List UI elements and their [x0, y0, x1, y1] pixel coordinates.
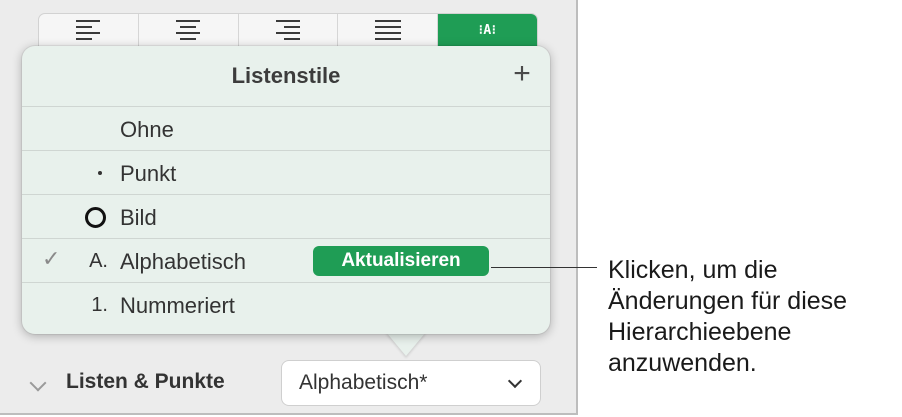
list-item-bullet[interactable]: Punkt: [22, 151, 550, 195]
chevron-down-icon[interactable]: [29, 374, 47, 392]
popover-title: Listenstile: [231, 63, 341, 88]
list-item-alphabetic[interactable]: ✓ A. Alphabetisch Aktualisieren: [22, 239, 550, 283]
circle-icon: [85, 206, 106, 228]
list-marker: A.: [89, 249, 108, 272]
align-center-icon: [176, 20, 201, 40]
list-marker: [22, 195, 108, 239]
list-item-label: Alphabetisch: [120, 249, 246, 274]
popover-header: Listenstile +: [22, 46, 550, 107]
list-item-label: Punkt: [120, 161, 177, 186]
callout-line: [491, 267, 597, 268]
bullet-icon: [98, 171, 102, 175]
list-item-image[interactable]: Bild: [22, 195, 550, 239]
section-label: Listen & Punkte: [66, 370, 225, 393]
chevron-down-icon: [507, 373, 523, 389]
list-marker: 1.: [91, 293, 108, 316]
align-right-icon: [275, 20, 300, 40]
list-item-numbered[interactable]: 1. Nummeriert: [22, 283, 550, 327]
list-marker: [22, 151, 108, 195]
align-left-icon: [76, 20, 101, 40]
list-style-icon: ⁝A⁝: [478, 22, 497, 38]
update-button[interactable]: Aktualisieren: [313, 246, 489, 276]
select-value: Alphabetisch*: [299, 371, 428, 394]
popover-arrow: [386, 332, 426, 356]
list-item-label: Bild: [120, 205, 157, 230]
add-style-button[interactable]: +: [508, 59, 536, 89]
list-style-select[interactable]: Alphabetisch*: [281, 360, 541, 406]
list-styles-popover: Listenstile + Ohne Punkt Bild ✓ A. Alpha…: [22, 46, 550, 334]
list-item-label: Ohne: [120, 117, 174, 142]
align-justify-icon: [374, 20, 401, 40]
list-marker: [22, 107, 108, 151]
list-item-label: Nummeriert: [120, 293, 235, 318]
list-item-none[interactable]: Ohne: [22, 107, 550, 151]
callout-text: Klicken, um die Änderungen für diese Hie…: [608, 256, 848, 377]
